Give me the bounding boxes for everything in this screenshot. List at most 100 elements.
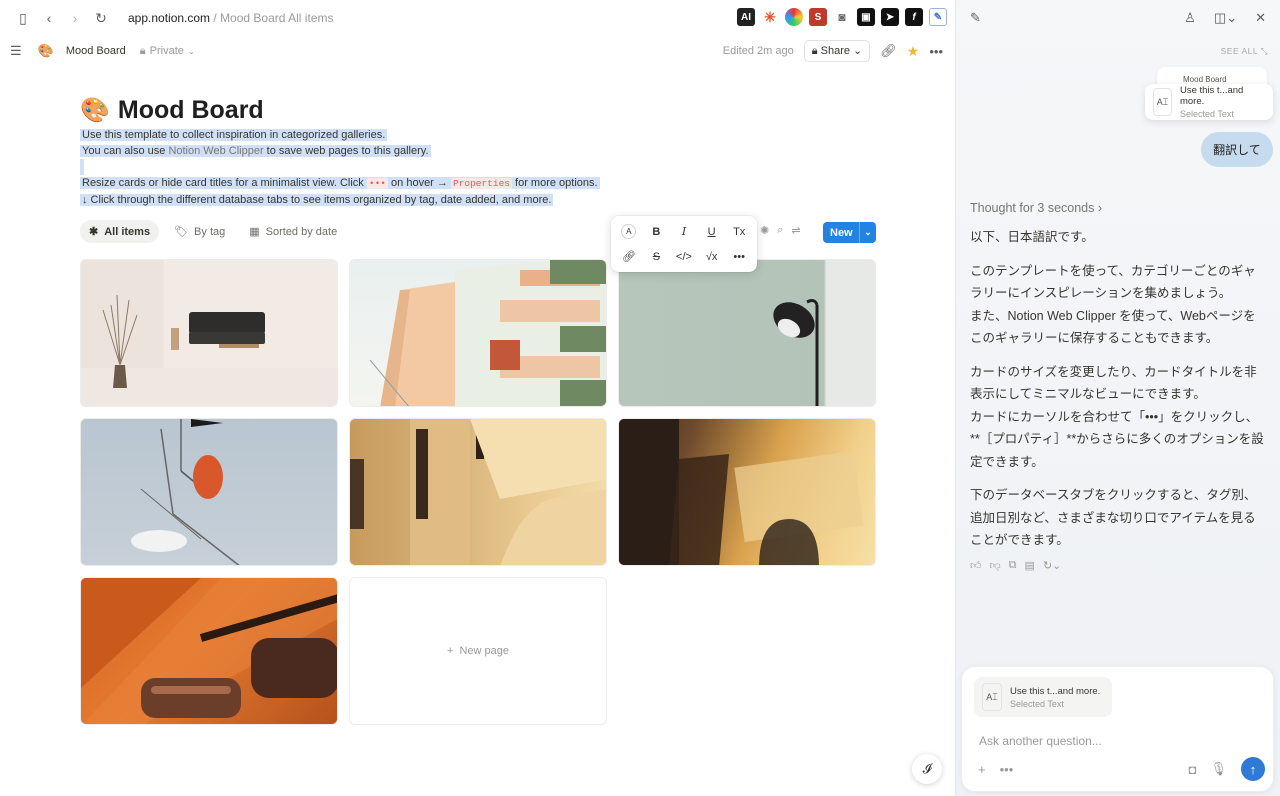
tab-label: By tag [194,225,226,238]
share-button[interactable]: 🔒︎ Share ⌄ [803,40,871,62]
pastel-building-image [369,260,606,406]
asterisk-icon: ✱ [89,226,99,238]
url-path: / Mood Board All items [210,11,334,25]
chevron-down-icon[interactable]: ⌄ [859,222,876,243]
bold-button[interactable]: B [643,219,671,244]
strikethrough-icon[interactable]: S [643,244,671,269]
message-actions: 👍︎ 👎︎ ⧉ ▤ ↻⌄ [970,559,1061,572]
panel-layout-icon[interactable]: ◫⌄ [1214,10,1237,26]
filter-settings-icon[interactable]: ⇌ [791,224,800,237]
new-chat-icon[interactable]: ✎ [970,10,981,26]
sidebar-toggle-icon[interactable]: ▯ [10,5,36,31]
equation-icon[interactable]: √x [698,244,726,269]
gallery-card[interactable] [80,577,338,725]
tab-all-items[interactable]: ✱ All items [80,220,160,243]
tab-by-tag[interactable]: 🏷︎ By tag [165,220,234,243]
tab-label: Sorted by date [265,225,338,238]
lamp-image [773,299,819,406]
extensions-bar: AI ✳ S ◙ ▣ ➤ f ✎ [737,8,947,26]
more-icon[interactable]: ••• [1000,762,1014,777]
database-view-tabs: ✱ All items 🏷︎ By tag ▦ Sorted by date [80,220,346,243]
copy-icon[interactable]: ⧉ [1009,559,1017,572]
back-icon[interactable]: ‹ [36,5,62,31]
context-subtitle: Selected Text [1010,698,1064,709]
extension-burst-icon[interactable]: ✳ [761,8,779,26]
new-page-label: New page [459,645,509,657]
search-icon[interactable]: ⌕ [777,224,783,237]
share-label: Share [820,45,850,57]
more-options-icon[interactable]: ••• [929,44,943,59]
notion-topbar: ☰ 🎨 Mood Board 🔒︎ Private ⌄ Edited 2m ago … [0,36,955,66]
extension-send-icon[interactable]: ➤ [881,8,899,26]
desc-line-3-post: for more options. [511,177,598,189]
page-description[interactable]: Use this template to collect inspiration… [80,127,880,208]
link-icon[interactable]: 🔗︎ [615,244,643,269]
chat-input[interactable]: Ask another question... [979,734,1102,748]
italic-button[interactable]: I [670,219,698,244]
insert-icon[interactable]: ▤ [1025,559,1035,572]
web-clipper-link[interactable]: Notion Web Clipper [168,145,263,157]
text-selection-icon: A⌶ [982,683,1002,711]
camera-icon[interactable]: ◘ [1189,762,1197,777]
context-subtitle: Selected Text [1179,109,1234,119]
notion-ai-icon[interactable]: 𝓘 [912,754,942,784]
thought-label: Thought for 3 seconds [970,201,1095,215]
page-title-icon[interactable]: 🎨 [80,96,110,125]
text-color-button[interactable]: A [615,219,643,244]
history-icon[interactable]: ♙ [1184,10,1196,26]
extension-color-icon[interactable] [785,8,803,26]
extension-camera-icon[interactable]: ◙ [833,8,851,26]
answer-paragraph: カードのサイズを変更したり、カードタイトルを非表示にしてミニマルなビューにできま… [970,364,1264,469]
extension-ai-icon[interactable]: AI [737,8,755,26]
underline-button[interactable]: U [698,219,726,244]
thumbs-up-icon[interactable]: 👍︎ [970,559,982,572]
retry-icon[interactable]: ↻⌄ [1043,559,1061,572]
plus-icon: + [447,645,454,657]
close-icon[interactable]: ✕ [1255,10,1266,26]
gallery-card[interactable] [80,259,338,407]
copy-link-icon[interactable]: 🔗︎ [880,43,897,59]
privacy-selector[interactable]: 🔒︎ Private ⌄ [140,45,195,58]
gallery-card[interactable] [349,259,607,407]
composer-context-chip[interactable]: A⌶ Use this t...and more. Selected Text [974,677,1112,717]
tab-sorted-by-date[interactable]: ▦ Sorted by date [240,220,346,243]
breadcrumb-page[interactable]: Mood Board [66,45,126,57]
thumbs-down-icon[interactable]: 👎︎ [990,559,1001,572]
new-record-button[interactable]: New ⌄ [823,222,876,243]
page-title[interactable]: Mood Board [118,96,264,125]
chevron-down-icon: ⌄ [187,46,195,56]
selected-text-context[interactable]: A⌶ Use this t...and more. Selected Text [1145,84,1273,120]
url-host: app.notion.com [128,11,211,25]
gallery-card[interactable] [618,259,876,407]
plus-icon[interactable]: + [978,762,986,777]
context-ghost-label: Mood Board [1183,75,1227,84]
see-all-link[interactable]: SEE ALL ⤡ [1221,46,1268,57]
thought-toggle[interactable]: Thought for 3 seconds › [970,201,1102,215]
ai-answer: 以下、日本語訳です。 このテンプレートを使って、カテゴリーごとのギャラリーにイン… [970,226,1265,563]
more-icon[interactable]: ••• [725,244,753,269]
sparkle-icon[interactable]: ✺ [760,224,769,237]
extension-square-icon[interactable]: ▣ [857,8,875,26]
gallery-card[interactable] [618,418,876,566]
microphone-icon[interactable]: 🎙︎ [1210,761,1227,777]
context-title: Use this t...and more. [1179,85,1244,107]
code-icon[interactable]: </> [670,244,698,269]
gallery: + New page [80,259,876,725]
forward-icon[interactable]: › [62,5,88,31]
address-bar[interactable]: app.notion.com / Mood Board All items [128,11,333,25]
send-button[interactable]: ↑ [1241,757,1265,781]
clear-format-button[interactable]: Tx [725,219,753,244]
favorite-star-icon[interactable]: ★ [907,43,920,60]
page-emoji-icon: 🎨 [37,43,54,58]
menu-icon[interactable]: ☰ [10,43,22,59]
reload-icon[interactable]: ↻ [88,5,114,31]
extension-s-icon[interactable]: S [809,8,827,26]
view-tools: ✺ ⌕ ⇌ [760,224,801,237]
extension-f-icon[interactable]: f [905,8,923,26]
user-message: 翻訳して [1201,132,1273,167]
extension-note-icon[interactable]: ✎ [929,8,947,26]
new-page-card[interactable]: + New page [349,577,607,725]
gallery-card[interactable] [349,418,607,566]
chat-composer: A⌶ Use this t...and more. Selected Text … [961,666,1274,792]
gallery-card[interactable] [80,418,338,566]
